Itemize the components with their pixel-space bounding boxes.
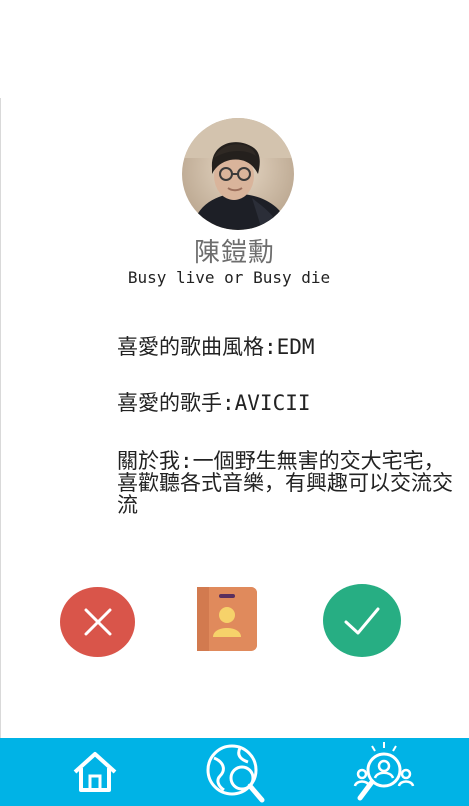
divider	[0, 98, 1, 738]
contact-button[interactable]	[197, 587, 257, 651]
globe-search-icon	[206, 744, 265, 803]
contact-card-icon	[197, 587, 257, 651]
favorite-genre: 喜愛的歌曲風格:EDM	[117, 335, 315, 359]
bottom-nav	[0, 738, 469, 806]
check-icon	[344, 607, 380, 634]
profile-name: 陳鎧勳	[193, 238, 275, 268]
nav-home[interactable]	[60, 738, 130, 806]
close-icon	[84, 608, 111, 636]
reject-button[interactable]	[60, 587, 135, 657]
profile-screen: 陳鎧勳 Busy live or Busy die 喜愛的歌曲風格:EDM 喜愛…	[0, 0, 469, 806]
favorite-singer: 喜愛的歌手:AVICII	[117, 391, 311, 415]
nav-explore[interactable]	[197, 738, 273, 806]
about-me: 關於我:一個野生無害的交大宅宅，喜歡聽各式音樂，有興趣可以交流交流	[117, 449, 453, 517]
avatar	[182, 118, 294, 230]
home-icon	[73, 752, 117, 792]
profile-motto: Busy live or Busy die	[127, 268, 331, 287]
accept-button[interactable]	[323, 584, 401, 657]
nav-match[interactable]	[348, 738, 420, 806]
people-search-icon	[353, 742, 415, 801]
